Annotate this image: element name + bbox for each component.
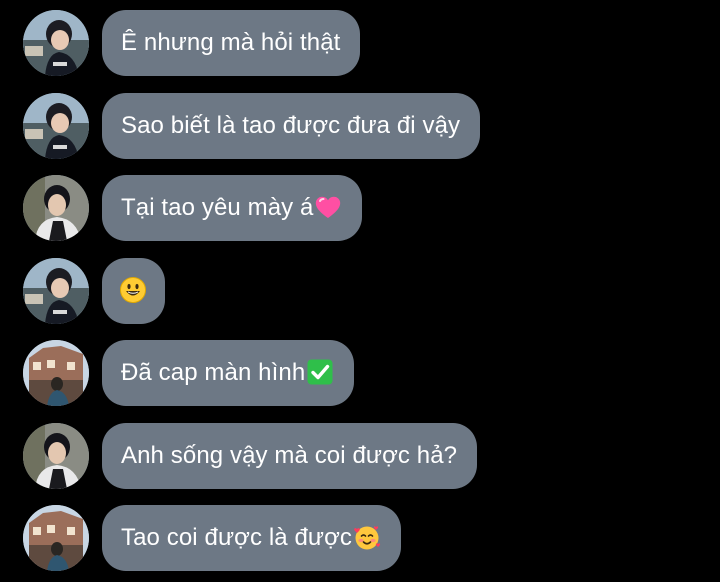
pink-heart-icon (314, 193, 342, 221)
smiling-face-with-hearts-icon (353, 523, 381, 551)
message-text: Anh sống vậy mà coi được hả? (121, 442, 458, 469)
message-bubble[interactable] (102, 258, 165, 324)
message-bubble[interactable]: Sao biết là tao được đưa đi vậy (102, 93, 481, 159)
avatar[interactable] (23, 10, 89, 76)
message-row: Tại tao yêu mày á (23, 175, 363, 241)
chat-thread: Ê nhưng mà hỏi thật Sao biết là tao được… (0, 0, 720, 582)
message-row: Ê nhưng mà hỏi thật (23, 10, 361, 76)
message-row: Sao biết là tao được đưa đi vậy (23, 93, 481, 159)
message-row: Tao coi được là được (23, 505, 402, 571)
avatar[interactable] (23, 340, 89, 406)
message-row: Đã cap màn hình (23, 340, 355, 406)
message-text: Sao biết là tao được đưa đi vậy (121, 112, 461, 139)
avatar[interactable] (23, 175, 89, 241)
avatar[interactable] (23, 505, 89, 571)
avatar[interactable] (23, 423, 89, 489)
avatar[interactable] (23, 258, 89, 324)
message-text: Ê nhưng mà hỏi thật (121, 29, 341, 56)
message-bubble[interactable]: Tại tao yêu mày á (102, 175, 363, 241)
message-bubble[interactable]: Ê nhưng mà hỏi thật (102, 10, 361, 76)
message-bubble[interactable]: Tao coi được là được (102, 505, 402, 571)
message-text: Tao coi được là được (121, 524, 353, 551)
avatar[interactable] (23, 93, 89, 159)
message-bubble[interactable]: Đã cap màn hình (102, 340, 355, 406)
message-text: Tại tao yêu mày á (121, 194, 314, 221)
smiling-face-icon (119, 276, 147, 304)
message-row: Anh sống vậy mà coi được hả? (23, 423, 478, 489)
message-text: Đã cap màn hình (121, 359, 306, 386)
check-mark-button-icon (306, 358, 334, 386)
message-bubble[interactable]: Anh sống vậy mà coi được hả? (102, 423, 478, 489)
message-row (23, 258, 165, 324)
